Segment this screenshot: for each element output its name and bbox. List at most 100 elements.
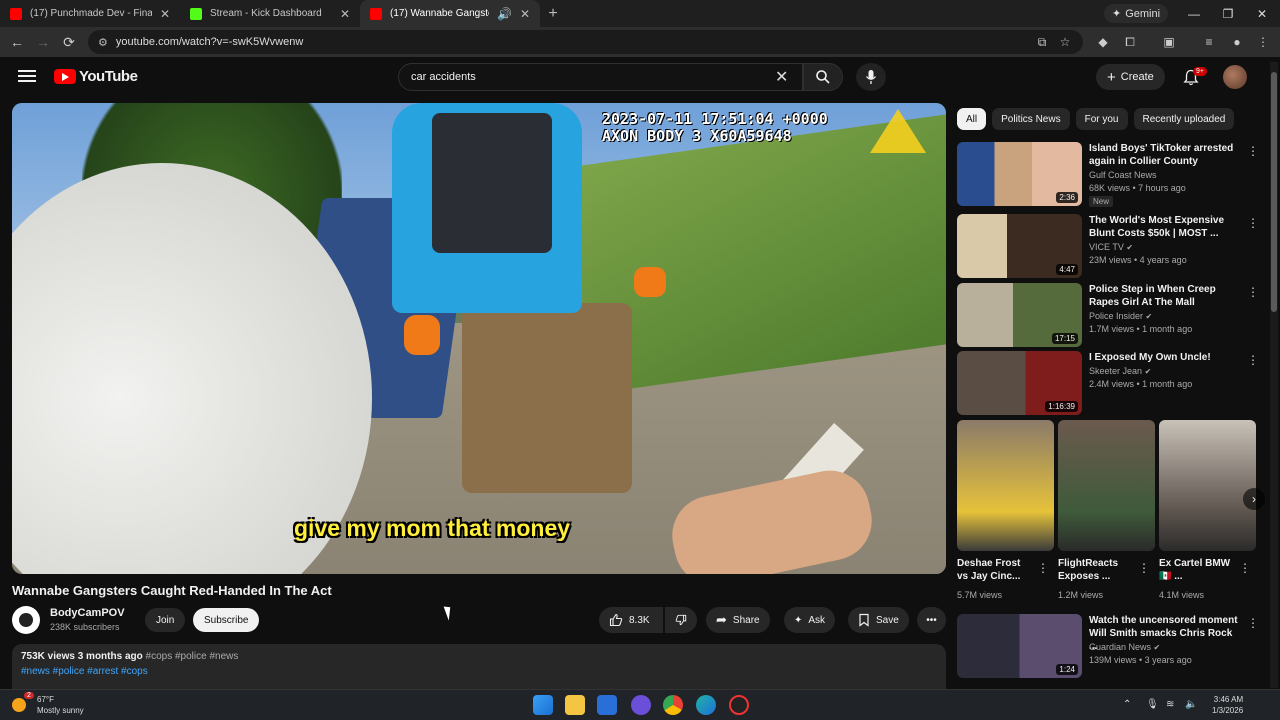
description-hashtags[interactable]: #news #police #arrest #cops <box>21 666 937 677</box>
more-vertical-icon[interactable]: ⋮ <box>1247 216 1259 230</box>
close-tab-icon[interactable]: ✕ <box>340 7 350 21</box>
url-bar[interactable]: ⚙ youtube.com/watch?v=-swK5Wvwenw <box>88 30 1083 54</box>
rec-channel[interactable]: Skeeter Jean ✔ <box>1089 366 1151 376</box>
share-button[interactable]: ➦ Share <box>706 607 770 633</box>
more-vertical-icon[interactable]: ⋮ <box>1247 616 1259 630</box>
back-button[interactable]: ← <box>4 29 30 55</box>
menu-hamburger-icon[interactable] <box>16 67 38 85</box>
video-thumbnail[interactable]: 17:15 <box>957 283 1082 347</box>
search-input[interactable]: car accidents <box>398 63 803 91</box>
site-info-icon[interactable]: ⚙ <box>98 36 108 49</box>
rec-channel[interactable]: Police Insider ✔ <box>1089 311 1152 321</box>
chevron-right-icon[interactable]: › <box>1243 488 1265 510</box>
speaker-icon[interactable]: 🔊 <box>497 7 512 21</box>
close-tab-icon[interactable]: ✕ <box>520 7 530 21</box>
chip-for-you[interactable]: For you <box>1075 108 1128 130</box>
account-avatar[interactable] <box>1223 65 1247 89</box>
reload-button[interactable]: ⟳ <box>56 29 82 55</box>
voice-search-button[interactable] <box>856 63 886 91</box>
sidebar-icon[interactable]: ▣ <box>1158 30 1180 54</box>
recommended-video[interactable]: 1:24 Watch the uncensored moment Will Sm… <box>957 614 1262 678</box>
scrollbar-thumb[interactable] <box>1271 72 1277 312</box>
rec-title[interactable]: I Exposed My Own Uncle! <box>1089 351 1239 364</box>
video-thumbnail[interactable]: 1:24 <box>957 614 1082 678</box>
short-title[interactable]: Deshae Frost vs Jay Cinc... <box>957 557 1032 583</box>
messenger-icon[interactable] <box>631 695 651 715</box>
new-tab-button[interactable]: + <box>540 5 566 23</box>
tray-mic-icon[interactable]: 🎙 <box>1146 699 1159 710</box>
recommended-video[interactable]: 2:36 Island Boys' TikToker arrested agai… <box>957 142 1262 207</box>
profile-icon[interactable]: ● <box>1226 30 1248 54</box>
window-close-button[interactable]: ✕ <box>1245 0 1279 27</box>
more-vertical-icon[interactable]: ⋮ <box>1239 561 1251 575</box>
extension-icon[interactable]: ◆ <box>1092 30 1114 54</box>
more-vertical-icon[interactable]: ⋮ <box>1247 353 1259 367</box>
video-thumbnail[interactable]: 1:16:39 <box>957 351 1082 415</box>
system-clock[interactable]: 3:46 AM 1/3/2026 <box>1212 694 1243 716</box>
short-title[interactable]: Ex Cartel BMW 🇲🇽 ... <box>1159 557 1234 583</box>
chrome-icon[interactable] <box>663 695 683 715</box>
more-vertical-icon[interactable]: ⋮ <box>1247 285 1259 299</box>
volume-icon[interactable]: 🔈 <box>1185 699 1197 710</box>
search-button[interactable] <box>803 63 843 91</box>
more-vertical-icon[interactable]: ⋮ <box>1138 561 1150 575</box>
windows-start-icon[interactable] <box>533 695 553 715</box>
video-player[interactable]: 2023-07-11 17:51:04 +0000 AXON BODY 3 X6… <box>12 103 946 574</box>
media-controls-icon[interactable]: ≡ <box>1198 30 1220 54</box>
extensions-puzzle-icon[interactable]: ⧠ <box>1119 30 1141 54</box>
tab-kick-dashboard[interactable]: Stream - Kick Dashboard ✕ <box>180 0 360 27</box>
rec-channel[interactable]: Gulf Coast News <box>1089 170 1157 180</box>
rec-channel[interactable]: VICE TV ✔ <box>1089 242 1133 252</box>
channel-avatar[interactable] <box>12 606 40 634</box>
like-button[interactable]: 8.3K <box>599 607 663 633</box>
chip-recently-uploaded[interactable]: Recently uploaded <box>1133 108 1235 130</box>
top-hashtags[interactable]: #cops #police #news <box>146 651 239 662</box>
join-button[interactable]: Join <box>145 608 186 632</box>
chip-politics-news[interactable]: Politics News <box>992 108 1070 130</box>
recommended-video[interactable]: 4:47 The World's Most Expensive Blunt Co… <box>957 214 1262 278</box>
recommended-video[interactable]: 17:15 Police Step in When Creep Rapes Gi… <box>957 283 1262 347</box>
tray-chevron-up-icon[interactable]: ⌃ <box>1123 699 1131 710</box>
short-title[interactable]: FlightReacts Exposes ... <box>1058 557 1133 583</box>
video-thumbnail[interactable]: 4:47 <box>957 214 1082 278</box>
rec-title[interactable]: Police Step in When Creep Rapes Girl At … <box>1089 283 1239 309</box>
gemini-button[interactable]: ✦ Gemini <box>1104 4 1169 23</box>
close-tab-icon[interactable]: ✕ <box>160 7 170 21</box>
description-box[interactable]: 753K views 3 months ago #cops #police #n… <box>12 644 946 690</box>
tab-wannabe-gangsters[interactable]: (17) Wannabe Gangsters Ca 🔊 ✕ <box>360 0 540 27</box>
short-thumbnail[interactable] <box>957 420 1054 551</box>
chip-all[interactable]: All <box>957 108 987 130</box>
video-thumbnail[interactable]: 2:36 <box>957 142 1082 206</box>
clear-search-icon[interactable]: ✕ <box>775 67 788 87</box>
store-icon[interactable] <box>597 695 617 715</box>
save-button[interactable]: Save <box>848 607 909 633</box>
rec-title[interactable]: The World's Most Expensive Blunt Costs $… <box>1089 214 1239 240</box>
wifi-icon[interactable]: ≋ <box>1166 699 1174 710</box>
weather-widget[interactable]: 67°F Mostly sunny <box>37 694 84 716</box>
recommended-video[interactable]: 1:16:39 I Exposed My Own Uncle! Skeeter … <box>957 351 1262 415</box>
more-actions-button[interactable]: ••• <box>917 607 946 633</box>
more-vertical-icon[interactable]: ⋮ <box>1037 561 1049 575</box>
dislike-button[interactable] <box>665 607 697 633</box>
file-explorer-icon[interactable] <box>565 695 585 715</box>
cast-icon[interactable]: ⧉ <box>1031 30 1053 54</box>
youtube-logo[interactable]: YouTube <box>54 68 138 85</box>
edge-icon[interactable] <box>696 695 716 715</box>
app-icon[interactable] <box>729 695 749 715</box>
create-button[interactable]: + Create <box>1096 64 1165 90</box>
minimize-button[interactable]: — <box>1177 0 1211 27</box>
forward-button[interactable]: → <box>30 29 56 55</box>
browser-menu-icon[interactable]: ⋮ <box>1252 30 1274 54</box>
short-thumbnail[interactable] <box>1058 420 1155 551</box>
subscribe-button[interactable]: Subscribe <box>193 608 260 632</box>
rec-title[interactable]: Island Boys' TikToker arrested again in … <box>1089 142 1239 168</box>
channel-name[interactable]: BodyCamPOV <box>50 607 125 619</box>
ask-button[interactable]: ✦ Ask <box>784 607 836 633</box>
restore-button[interactable]: ❐ <box>1211 0 1245 27</box>
rec-channel[interactable]: Guardian News ✔ <box>1089 642 1160 652</box>
bookmark-star-icon[interactable]: ☆ <box>1054 30 1076 54</box>
sun-icon[interactable] <box>12 698 26 712</box>
short-thumbnail[interactable] <box>1159 420 1256 551</box>
more-vertical-icon[interactable]: ⋮ <box>1247 144 1259 158</box>
tab-punchmade[interactable]: (17) Punchmade Dev - Financia ✕ <box>0 0 180 27</box>
